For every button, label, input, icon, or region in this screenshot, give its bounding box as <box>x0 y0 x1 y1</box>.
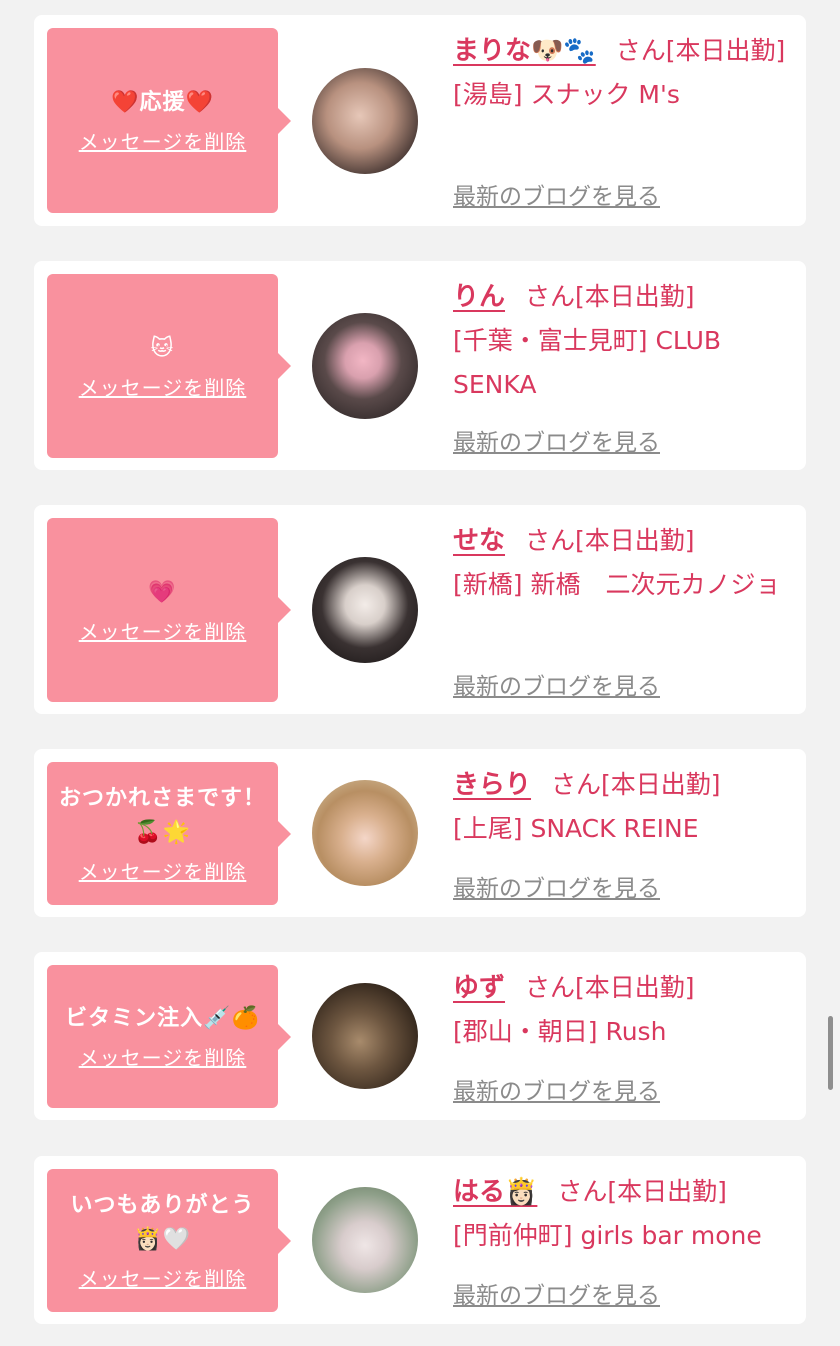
latest-blog-link[interactable]: 最新のブログを見る <box>453 1276 660 1310</box>
cast-info: きらり さん[本日出勤] [上尾] SNACK REINE <box>453 763 788 851</box>
avatar[interactable] <box>312 313 418 419</box>
message-bubble: いつもありがとう👸🏻🤍 メッセージを削除 <box>47 1169 291 1312</box>
attendance-label: さん[本日出勤] <box>525 526 695 555</box>
message-card: ❤️応援❤️ メッセージを削除 まりな🐶🐾 さん[本日出勤] [湯島] スナック … <box>34 15 806 226</box>
message-bubble: ❤️応援❤️ メッセージを削除 <box>47 28 291 213</box>
message-card: おつかれさまです！🍒🌟 メッセージを削除 きらり さん[本日出勤] [上尾] SN… <box>34 749 806 917</box>
delete-message-link[interactable]: メッセージを削除 <box>79 1042 247 1071</box>
message-card: 🐱 メッセージを削除 りん さん[本日出勤] [千葉・富士見町] CLUB SEN… <box>34 261 806 470</box>
scrollbar[interactable] <box>828 1016 833 1090</box>
message-bubble: おつかれさまです！🍒🌟 メッセージを削除 <box>47 762 291 905</box>
delete-message-link[interactable]: メッセージを削除 <box>79 616 247 645</box>
shop-name: [千葉・富士見町] CLUB SENKA <box>453 326 722 399</box>
message-card: 💗 メッセージを削除 せな さん[本日出勤] [新橋] 新橋 二次元カノジョ 最新… <box>34 505 806 714</box>
avatar[interactable] <box>312 557 418 663</box>
message-text: ❤️応援❤️ <box>111 90 214 115</box>
cast-info: はる👸🏻 さん[本日出勤] [門前仲町] girls bar mone <box>453 1170 788 1258</box>
cast-info: せな さん[本日出勤] [新橋] 新橋 二次元カノジョ <box>453 519 788 607</box>
message-bubble: ビタミン注入💉🍊 メッセージを削除 <box>47 965 291 1108</box>
shop-name: [郡山・朝日] Rush <box>453 1017 667 1046</box>
message-text: おつかれさまです！🍒🌟 <box>58 786 266 845</box>
cast-name-link[interactable]: はる👸🏻 <box>453 1177 537 1207</box>
shop-name: [上尾] SNACK REINE <box>453 814 699 843</box>
cast-name-link[interactable]: りん <box>453 282 505 312</box>
avatar[interactable] <box>312 1187 418 1293</box>
message-text: ビタミン注入💉🍊 <box>65 1006 260 1031</box>
message-text: 🐱 <box>150 335 175 361</box>
cast-info: まりな🐶🐾 さん[本日出勤] [湯島] スナック M's <box>453 29 788 117</box>
delete-message-link[interactable]: メッセージを削除 <box>79 1263 247 1292</box>
avatar[interactable] <box>312 68 418 174</box>
avatar[interactable] <box>312 983 418 1089</box>
attendance-label: さん[本日出勤] <box>615 36 786 65</box>
delete-message-link[interactable]: メッセージを削除 <box>79 126 247 155</box>
latest-blog-link[interactable]: 最新のブログを見る <box>453 869 660 903</box>
shop-name: [新橋] 新橋 二次元カノジョ <box>453 570 781 599</box>
avatar[interactable] <box>312 780 418 886</box>
cast-name-link[interactable]: せな <box>453 526 505 556</box>
message-bubble: 💗 メッセージを削除 <box>47 518 291 702</box>
attendance-label: さん[本日出勤] <box>551 770 721 799</box>
shop-name: [湯島] スナック M's <box>453 80 680 109</box>
cast-info: りん さん[本日出勤] [千葉・富士見町] CLUB SENKA <box>453 275 788 407</box>
attendance-label: さん[本日出勤] <box>525 973 695 1002</box>
message-card: ビタミン注入💉🍊 メッセージを削除 ゆず さん[本日出勤] [郡山・朝日] Rus… <box>34 952 806 1120</box>
cast-name-link[interactable]: ゆず <box>453 973 505 1003</box>
cast-name-link[interactable]: まりな🐶🐾 <box>453 36 596 66</box>
message-bubble: 🐱 メッセージを削除 <box>47 274 291 458</box>
message-card: いつもありがとう👸🏻🤍 メッセージを削除 はる👸🏻 さん[本日出勤] [門前仲町]… <box>34 1156 806 1324</box>
delete-message-link[interactable]: メッセージを削除 <box>79 372 247 401</box>
latest-blog-link[interactable]: 最新のブログを見る <box>453 1072 660 1106</box>
message-text: 💗 <box>148 579 177 605</box>
latest-blog-link[interactable]: 最新のブログを見る <box>453 177 660 211</box>
delete-message-link[interactable]: メッセージを削除 <box>79 856 247 885</box>
attendance-label: さん[本日出勤] <box>525 282 695 311</box>
attendance-label: さん[本日出勤] <box>557 1177 727 1206</box>
cast-name-link[interactable]: きらり <box>453 770 531 800</box>
message-text: いつもありがとう👸🏻🤍 <box>70 1193 255 1252</box>
cast-info: ゆず さん[本日出勤] [郡山・朝日] Rush <box>453 966 788 1054</box>
shop-name: [門前仲町] girls bar mone <box>453 1221 762 1250</box>
latest-blog-link[interactable]: 最新のブログを見る <box>453 423 660 457</box>
latest-blog-link[interactable]: 最新のブログを見る <box>453 667 660 701</box>
